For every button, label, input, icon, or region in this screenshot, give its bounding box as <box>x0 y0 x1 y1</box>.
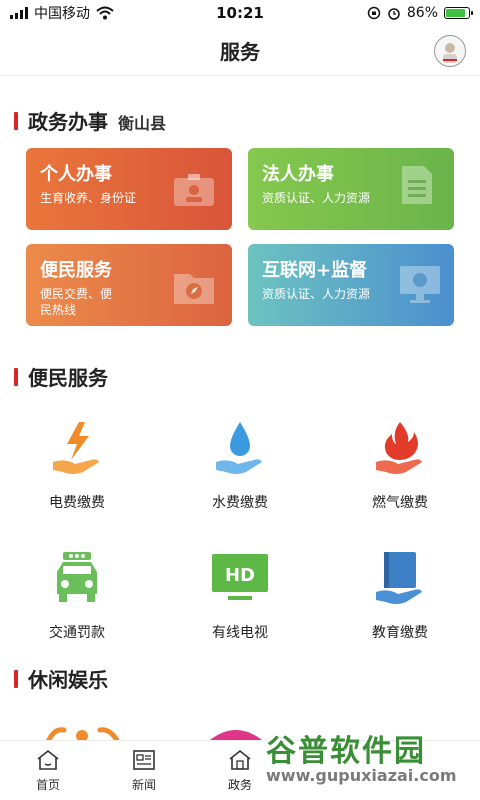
section-accent-bar <box>14 367 18 386</box>
book-icon <box>376 552 422 604</box>
battery-icon <box>444 7 473 19</box>
alarm-icon <box>388 8 400 20</box>
document-icon <box>402 166 432 204</box>
service-label: 电费缴费 <box>49 495 105 511</box>
card-desc: 生育收养、身份证 <box>40 191 137 205</box>
government-icon <box>229 749 251 770</box>
gov-section-title: 政务办事 <box>28 110 108 134</box>
electricity-icon <box>53 422 99 474</box>
leisure-section-title: 休闲娱乐 <box>28 668 108 692</box>
gov-section-header: 政务办事 衡山县 <box>14 106 166 135</box>
service-label: 有线电视 <box>212 625 268 641</box>
card-desc: 资质认证、人力资源 <box>262 287 371 301</box>
card-internet-supervision[interactable]: 互联网+监督 资质认证、人力资源 <box>248 244 454 326</box>
service-label: 燃气缴费 <box>372 495 428 511</box>
leisure-item-2-icon[interactable] <box>206 726 266 740</box>
gas-flame-icon <box>376 422 422 474</box>
page-title: 服务 <box>220 40 260 64</box>
news-icon <box>133 750 155 770</box>
folder-compass-icon <box>174 274 214 304</box>
service-label: 教育缴费 <box>372 625 428 641</box>
service-water[interactable]: 水费缴费 <box>175 418 305 512</box>
card-personal-affairs[interactable]: 个人办事 生育收养、身份证 <box>26 148 232 230</box>
nav-label: 政务 <box>227 778 252 792</box>
hd-tv-icon: HD <box>212 554 268 600</box>
status-bar: 中国移动 10:21 86% <box>0 0 480 26</box>
service-gas[interactable]: 燃气缴费 <box>335 418 465 512</box>
card-convenience-service[interactable]: 便民服务 便民交费、便民热线 <box>26 244 232 326</box>
signal-icon <box>10 7 28 19</box>
user-avatar-icon <box>443 43 457 63</box>
card-desc: 资质认证、人力资源 <box>262 191 371 205</box>
battery-percent: 86% <box>406 5 438 21</box>
monitor-icon <box>400 266 440 303</box>
leisure-section-header: 休闲娱乐 <box>14 664 108 693</box>
status-right: 86% <box>300 5 473 21</box>
location-label[interactable]: 衡山县 <box>118 110 166 134</box>
card-desc: 便民交费、便民热线 <box>40 287 113 317</box>
id-card-icon <box>174 174 214 206</box>
nav-news[interactable]: 新闻 <box>96 741 192 800</box>
convenience-section-title: 便民服务 <box>28 366 108 390</box>
battery-fill <box>446 9 465 17</box>
nav-home[interactable]: 首页 <box>0 741 96 800</box>
section-accent-bar <box>14 111 18 130</box>
service-traffic-fine[interactable]: 交通罚款 <box>12 548 142 642</box>
service-label: 交通罚款 <box>49 625 105 641</box>
convenience-section-header: 便民服务 <box>14 362 108 391</box>
car-icon <box>57 552 97 602</box>
nav-government[interactable]: 政务 <box>192 741 288 800</box>
card-legal-affairs[interactable]: 法人办事 资质认证、人力资源 <box>248 148 454 230</box>
service-label: 水费缴费 <box>212 495 268 511</box>
svg-text:HD: HD <box>225 565 255 586</box>
status-time: 10:21 <box>216 4 264 22</box>
nav-label: 新闻 <box>131 778 156 792</box>
service-education[interactable]: 教育缴费 <box>335 548 465 642</box>
bottom-nav: 首页 新闻 政务 <box>0 740 480 800</box>
section-accent-bar <box>14 669 18 688</box>
rotation-lock-icon <box>367 6 381 20</box>
water-icon <box>216 422 262 474</box>
wifi-icon <box>96 6 114 20</box>
home-icon <box>37 749 59 770</box>
avatar[interactable] <box>434 35 466 67</box>
carrier-label: 中国移动 <box>34 6 90 22</box>
page-header: 服务 <box>0 26 480 76</box>
service-electricity[interactable]: 电费缴费 <box>12 418 142 512</box>
service-cable-tv[interactable]: HD 有线电视 <box>175 548 305 642</box>
nav-label: 首页 <box>35 778 60 792</box>
status-left: 中国移动 <box>10 3 180 23</box>
